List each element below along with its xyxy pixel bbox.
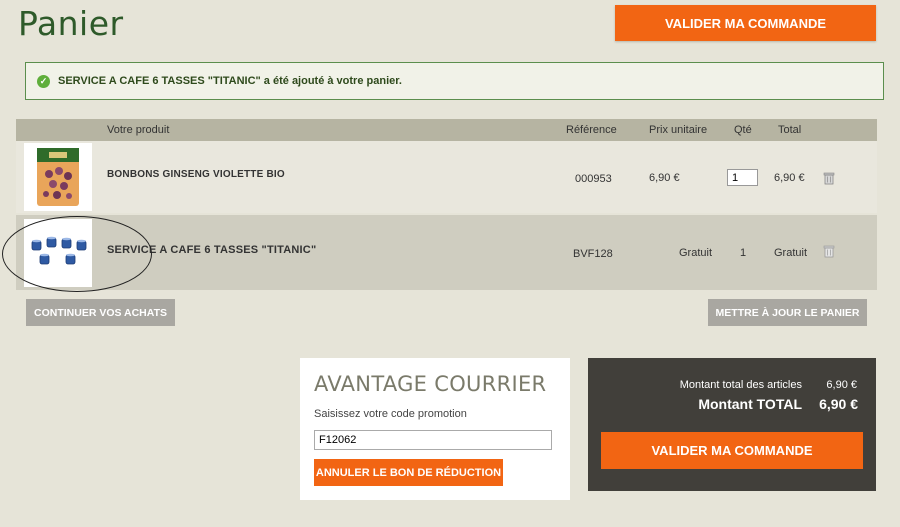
totals-panel: Montant total des articles 6,90 € Montan… — [588, 358, 876, 491]
coupon-panel: AVANTAGE COURRIER Saisissez votre code p… — [300, 358, 570, 500]
table-header: Votre produit Référence Prix unitaire Qt… — [16, 119, 877, 141]
coupon-label: Saisissez votre code promotion — [314, 408, 467, 420]
col-total: Total — [778, 124, 802, 136]
col-reference: Référence — [566, 124, 617, 136]
total-label: Montant TOTAL — [698, 396, 802, 412]
product-unit-price: Gratuit — [679, 247, 713, 259]
subtotal-label: Montant total des articles — [679, 379, 802, 391]
quantity-input[interactable] — [727, 169, 758, 186]
coupon-code-input[interactable] — [314, 430, 552, 450]
product-reference: 000953 — [575, 173, 612, 185]
product-quantity: 1 — [740, 247, 747, 259]
continue-shopping-button[interactable]: CONTINUER VOS ACHATS — [26, 299, 175, 326]
col-qty: Qté — [734, 124, 752, 136]
table-row: BONBONS GINSENG VIOLETTE BIO 000953 6,90… — [16, 141, 877, 213]
product-total: 6,90 € — [774, 172, 805, 184]
check-circle-icon: ✓ — [37, 74, 50, 88]
product-reference: BVF128 — [573, 248, 613, 260]
subtotal-value: 6,90 € — [826, 379, 857, 391]
col-unit-price: Prix unitaire — [649, 124, 708, 136]
col-product: Votre produit — [107, 124, 170, 136]
trash-icon[interactable] — [822, 171, 836, 185]
page-title: Panier — [18, 4, 124, 43]
validate-order-button[interactable]: VALIDER MA COMMANDE — [615, 5, 876, 41]
product-name[interactable]: SERVICE A CAFE 6 TASSES "TITANIC" — [107, 244, 316, 256]
table-row: SERVICE A CAFE 6 TASSES "TITANIC" BVF128… — [16, 215, 877, 290]
success-notice: ✓ SERVICE A CAFE 6 TASSES "TITANIC" a ét… — [25, 62, 884, 100]
coffee-cups-image[interactable] — [24, 219, 92, 287]
product-total: Gratuit — [774, 247, 808, 259]
cancel-coupon-button[interactable]: ANNULER LE BON DE RÉDUCTION — [314, 459, 503, 486]
coupon-title: AVANTAGE COURRIER — [314, 372, 547, 396]
product-unit-price: 6,90 € — [649, 172, 680, 184]
cart-table: Votre produit Référence Prix unitaire Qt… — [16, 119, 877, 290]
total-value: 6,90 € — [819, 396, 858, 412]
notice-message: SERVICE A CAFE 6 TASSES "TITANIC" a été … — [58, 75, 402, 87]
trash-icon[interactable] — [822, 244, 836, 258]
ginseng-candy-bag-image[interactable] — [24, 143, 92, 211]
validate-order-button-bottom[interactable]: VALIDER MA COMMANDE — [601, 432, 863, 469]
update-cart-button[interactable]: METTRE À JOUR LE PANIER — [708, 299, 867, 326]
product-name[interactable]: BONBONS GINSENG VIOLETTE BIO — [107, 169, 285, 180]
